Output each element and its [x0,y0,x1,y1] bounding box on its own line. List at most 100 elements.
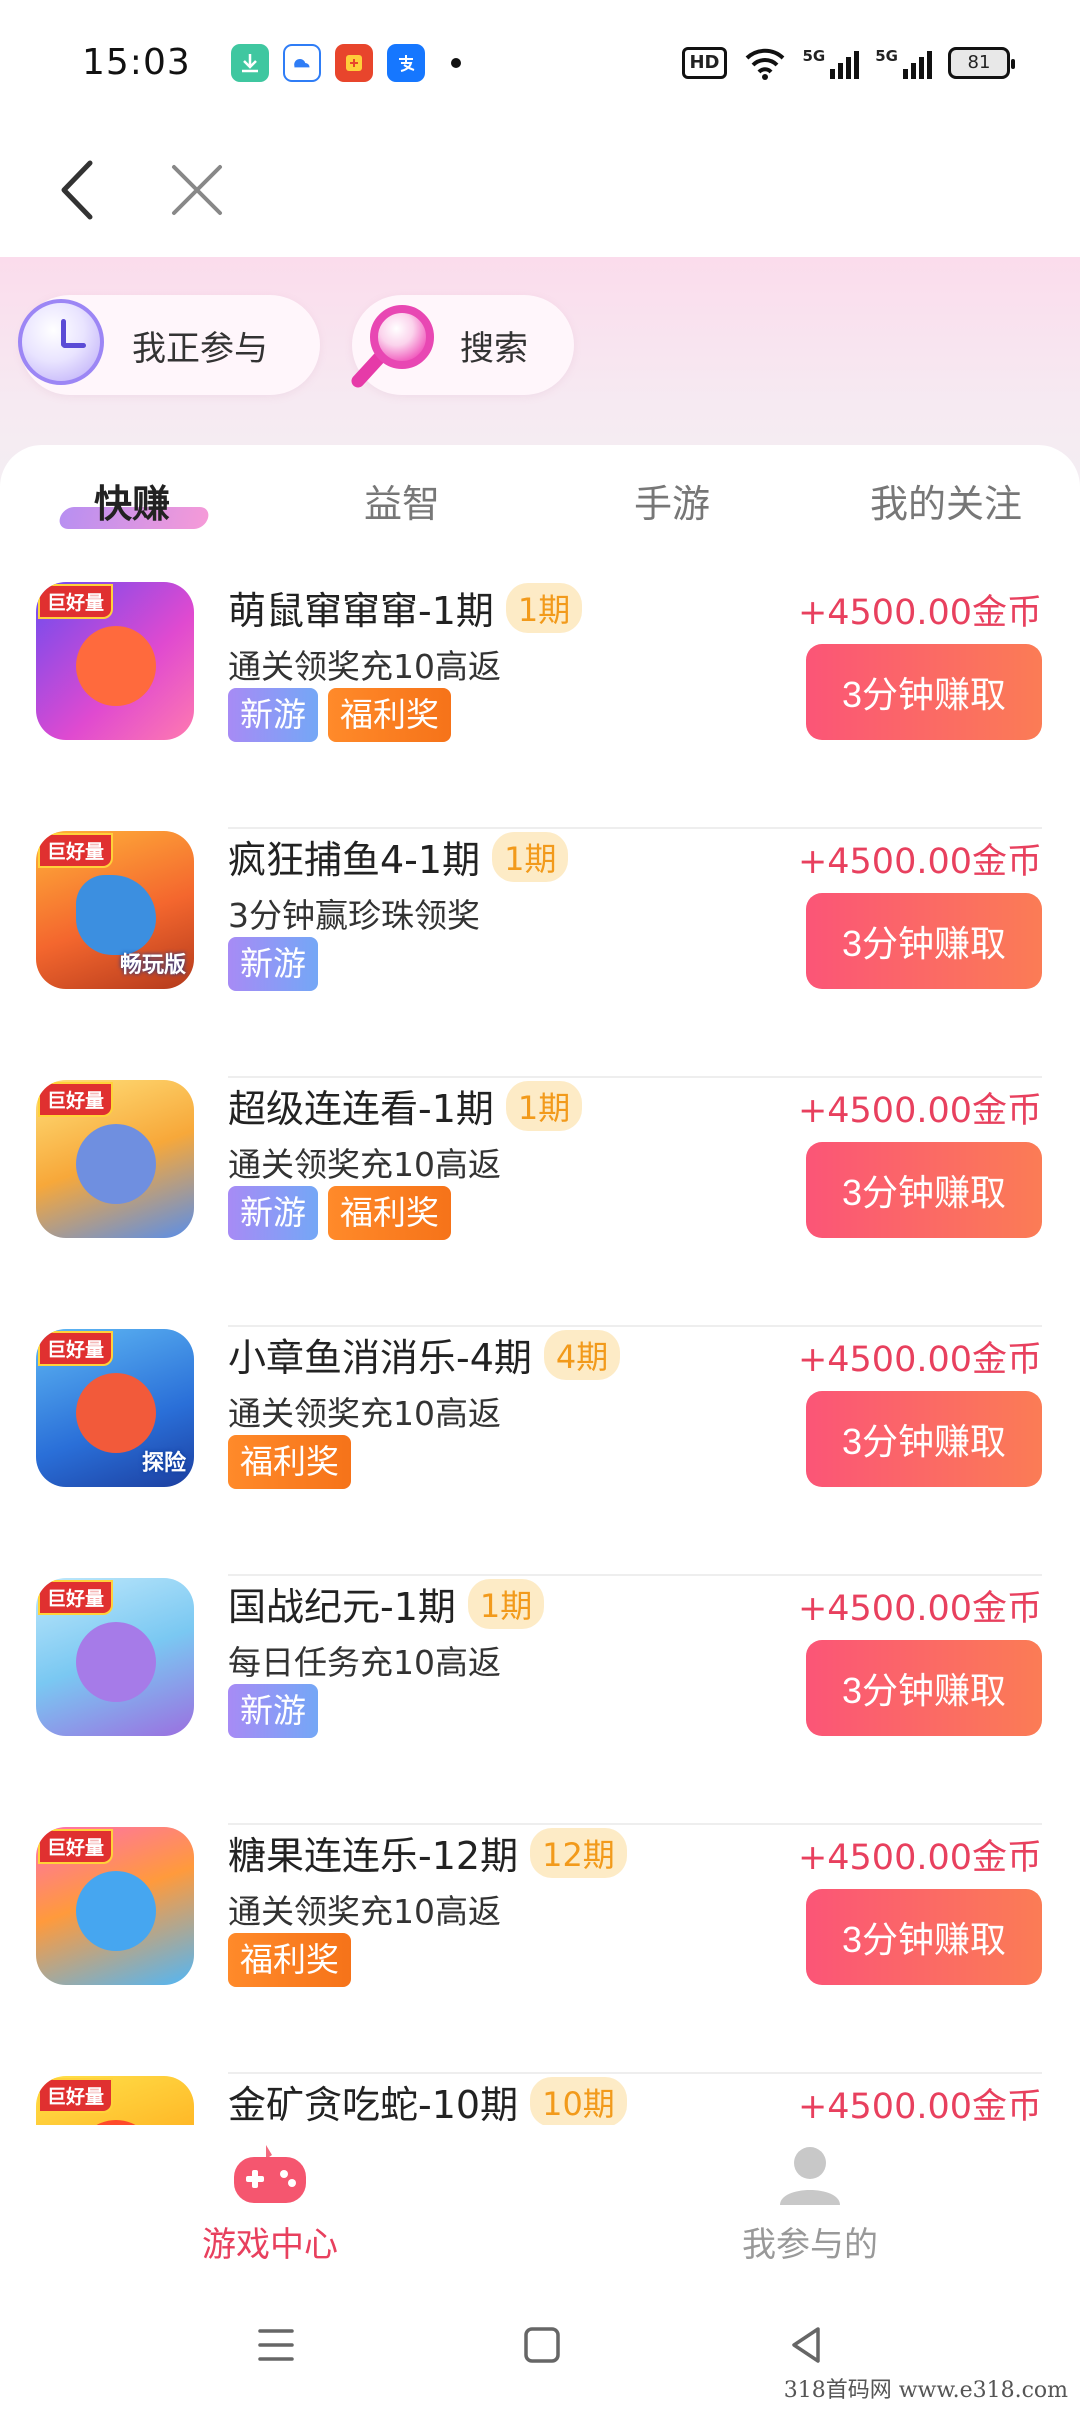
watermark: 318首码网 www.e318.com [783,2378,1068,2403]
icon-badge: 巨好量 [38,833,114,868]
search-button[interactable]: 搜索 [351,295,574,395]
tab-kuaizhuan[interactable]: 快赚 [94,473,170,528]
notification-icons [230,43,461,82]
coin-reward: +4500.00金币 [797,1589,1042,1629]
tag-welfare: 福利奖 [328,688,451,742]
tab-shouyou[interactable]: 手游 [634,473,710,528]
tag-group: 新游 [228,937,318,991]
category-tabs: 快赚 益智 手游 我的关注 [0,445,1080,565]
menu-icon[interactable] [246,2315,306,2375]
game-title-wrap: 金矿贪吃蛇-10期 10期 [228,2074,627,2125]
game-title-wrap: 国战纪元-1期 1期 [228,1576,545,1631]
tab-game-center-label: 游戏中心 [202,2225,338,2265]
game-title: 金矿贪吃蛇-10期 [228,2083,519,2125]
game-title: 超级连连看-1期 [228,1087,494,1131]
earn-button[interactable]: 3分钟赚取 [806,1640,1042,1736]
app-screen: 15:03 HD 5G 5G 81 我正参与 搜索 快赚 益智 手游 我的关注 … [0,0,1080,2412]
game-row[interactable]: 巨好量 糖果连连乐-12期 12期 通关领奖充10高返 福利奖 +4500.00… [0,1825,1080,2074]
icon-badge: 巨好量 [38,584,114,619]
tag-group: 福利奖 [228,1933,351,1987]
cloud-app-icon [282,43,321,82]
hd-indicator: HD [682,46,727,79]
game-title-wrap: 超级连连看-1期 1期 [228,1078,583,1133]
icon-badge: 巨好量 [38,1829,114,1864]
period-badge: 12期 [530,1827,627,1878]
coin-reward: +4500.00金币 [797,1838,1042,1878]
game-title: 国战纪元-1期 [228,1585,456,1629]
system-nav-bar: 318首码网 www.e318.com [0,2275,1080,2412]
game-title: 小章鱼消消乐-4期 [228,1336,532,1380]
game-list: 巨好量 萌鼠窜窜窜-1期 1期 通关领奖充10高返 新游 福利奖 +4500.0… [0,580,1080,2125]
game-icon-candy: 巨好量 [36,1827,194,1985]
icon-badge: 巨好量 [38,1331,114,1366]
icon-badge: 巨好量 [38,1580,114,1615]
status-time: 15:03 [82,42,191,83]
earn-button[interactable]: 3分钟赚取 [806,1142,1042,1238]
home-icon[interactable] [512,2315,572,2375]
game-desc: 通关领奖充10高返 [228,647,501,686]
coin-reward: +4500.00金币 [797,2087,1042,2125]
close-icon[interactable] [162,155,232,225]
tab-yizhi[interactable]: 益智 [364,473,440,528]
battery-level: 81 [967,52,991,73]
alipay-icon [386,43,425,82]
tag-new: 新游 [228,1684,318,1738]
game-title-wrap: 糖果连连乐-12期 12期 [228,1825,627,1880]
game-icon-fish: 巨好量 畅玩版 [36,831,194,989]
game-desc: 通关领奖充10高返 [228,1394,501,1433]
earn-button[interactable]: 3分钟赚取 [806,893,1042,989]
content-card: 快赚 益智 手游 我的关注 巨好量 萌鼠窜窜窜-1期 1期 通关领奖充10高返 … [0,445,1080,2125]
game-row[interactable]: 巨好量 探险 小章鱼消消乐-4期 4期 通关领奖充10高返 福利奖 +4500.… [0,1327,1080,1576]
game-title-wrap: 疯狂捕鱼4-1期 1期 [228,829,569,884]
game-row[interactable]: 巨好量 金矿贪吃蛇-10期 10期 +4500.00金币 [0,2074,1080,2125]
tag-welfare: 福利奖 [328,1186,451,1240]
coin-reward: +4500.00金币 [797,1091,1042,1131]
game-icon-warrior: 巨好量 [36,1578,194,1736]
earn-button[interactable]: 3分钟赚取 [806,1391,1042,1487]
back-triangle-icon[interactable] [778,2315,838,2375]
earn-button[interactable]: 3分钟赚取 [806,644,1042,740]
game-row[interactable]: 巨好量 畅玩版 疯狂捕鱼4-1期 1期 3分钟赢珍珠领奖 新游 +4500.00… [0,829,1080,1078]
tab-my-follow[interactable]: 我的关注 [870,473,1022,528]
more-notifications-dot [450,57,461,68]
game-desc: 通关领奖充10高返 [228,1892,501,1931]
signal-icon-2: 5G [875,47,932,79]
tag-welfare: 福利奖 [228,1933,351,1987]
icon-badge: 巨好量 [38,2078,114,2113]
game-row[interactable]: 巨好量 国战纪元-1期 1期 每日任务充10高返 新游 +4500.00金币 3… [0,1576,1080,1825]
participating-button[interactable]: 我正参与 [18,295,320,395]
icon-subtitle: 探险 [141,1451,186,1476]
game-icon-octopus: 巨好量 探险 [36,1329,194,1487]
status-right: HD 5G 5G 81 [682,46,1015,80]
tag-welfare: 福利奖 [228,1435,351,1489]
participating-label: 我正参与 [132,328,268,369]
download-icon [230,43,269,82]
period-badge: 1期 [505,1080,583,1131]
tab-my-participation[interactable]: 我参与的 [660,2125,960,2275]
coin-reward: +4500.00金币 [797,842,1042,882]
back-arrow-icon[interactable] [52,155,112,225]
game-title-wrap: 萌鼠窜窜窜-1期 1期 [228,580,583,635]
status-bar: 15:03 HD 5G 5G 81 [0,0,1080,125]
tag-group: 新游 [228,1684,318,1738]
game-row[interactable]: 巨好量 萌鼠窜窜窜-1期 1期 通关领奖充10高返 新游 福利奖 +4500.0… [0,580,1080,829]
period-badge: 10期 [530,2076,627,2125]
answer-app-icon [334,43,373,82]
top-navbar [0,125,1080,257]
signal-icon-1: 5G [803,47,860,79]
bottom-tab-bar: 游戏中心 我参与的 [0,2125,1080,2275]
tab-my-participation-label: 我参与的 [742,2225,878,2265]
earn-button[interactable]: 3分钟赚取 [806,1889,1042,1985]
user-icon [780,2147,840,2205]
battery-icon: 81 [948,46,1015,79]
game-icon-snake: 巨好量 [36,2076,194,2125]
game-title: 萌鼠窜窜窜-1期 [228,589,494,633]
search-icon [351,305,434,388]
period-badge: 1期 [505,582,583,633]
period-badge: 1期 [492,831,569,882]
game-desc: 每日任务充10高返 [228,1643,501,1682]
coin-reward: +4500.00金币 [797,593,1042,633]
period-badge: 1期 [467,1578,545,1629]
tab-game-center[interactable]: 游戏中心 [120,2125,420,2275]
game-row[interactable]: 巨好量 超级连连看-1期 1期 通关领奖充10高返 新游 福利奖 +4500.0… [0,1078,1080,1327]
